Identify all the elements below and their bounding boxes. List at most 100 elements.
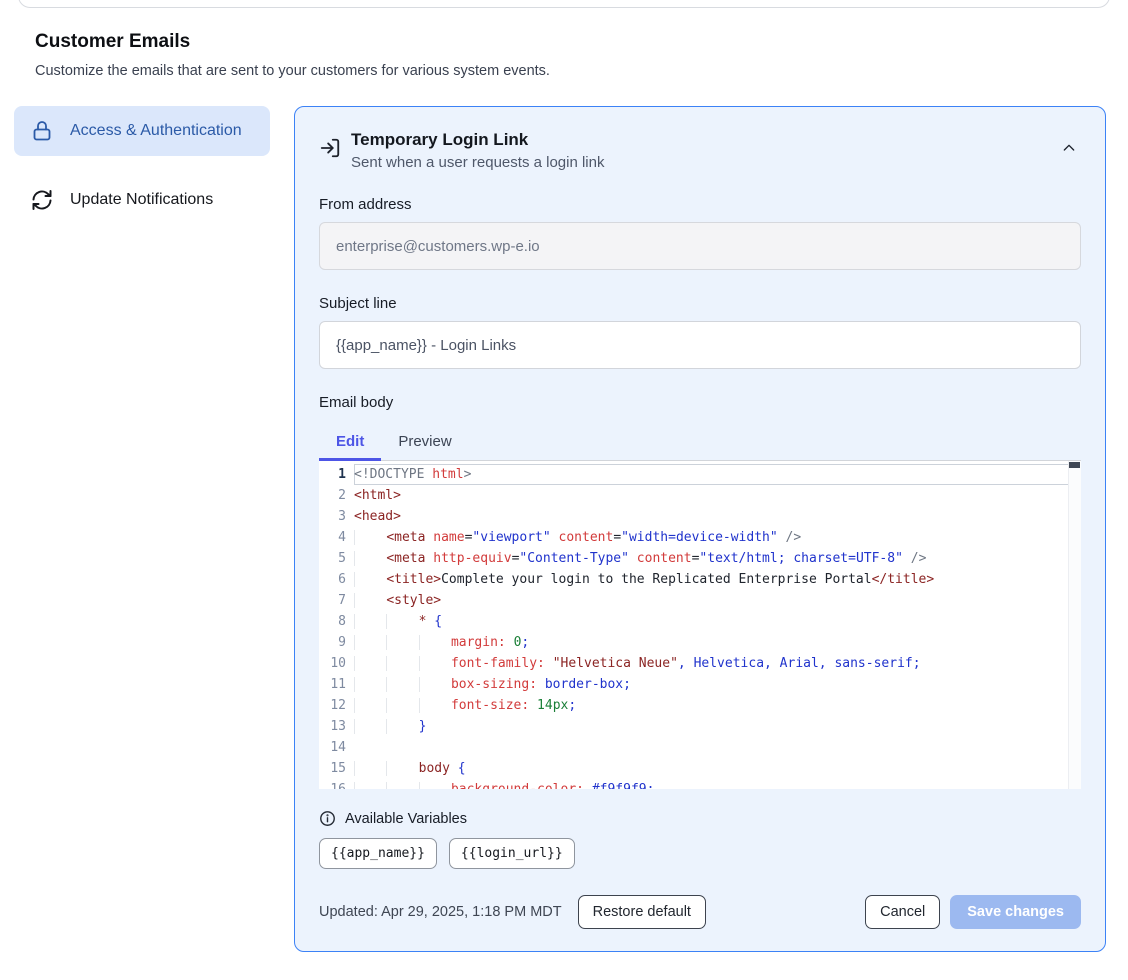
panel-title: Temporary Login Link xyxy=(351,130,1047,150)
subject-line-label: Subject line xyxy=(319,295,1081,312)
code-line-row: 1<!DOCTYPE html> xyxy=(319,464,1081,485)
code-line: <style> xyxy=(354,590,1081,611)
chevron-up-icon xyxy=(1061,140,1077,156)
code-line: background-color: #f9f9f9; xyxy=(354,779,1081,789)
line-number: 8 xyxy=(319,611,354,632)
code-line-row: 3<head> xyxy=(319,506,1081,527)
panel-footer: Updated: Apr 29, 2025, 1:18 PM MDT Resto… xyxy=(319,895,1081,929)
lock-icon xyxy=(30,119,54,143)
code-line: <meta http-equiv="Content-Type" content=… xyxy=(354,548,1081,569)
indent-guide xyxy=(419,635,451,650)
code-line-row: 11 box-sizing: border-box; xyxy=(319,674,1081,695)
panel-header: Temporary Login Link Sent when a user re… xyxy=(319,130,1081,171)
indent-guide xyxy=(386,719,418,734)
updated-timestamp: Updated: Apr 29, 2025, 1:18 PM MDT xyxy=(319,904,562,920)
indent-guide xyxy=(354,698,386,713)
sidebar-item-label: Access & Authentication xyxy=(70,119,242,143)
line-number: 9 xyxy=(319,632,354,653)
page-header: Customer Emails Customize the emails tha… xyxy=(0,0,1128,79)
code-line xyxy=(354,737,1081,758)
indent-guide xyxy=(419,698,451,713)
cancel-button[interactable]: Cancel xyxy=(865,895,940,929)
code-line: body { xyxy=(354,758,1081,779)
indent-guide xyxy=(354,719,386,734)
indent-guide xyxy=(354,572,386,587)
refresh-icon xyxy=(30,188,54,212)
code-line-row: 16 background-color: #f9f9f9; xyxy=(319,779,1081,789)
code-line-row: 2<html> xyxy=(319,485,1081,506)
code-line: box-sizing: border-box; xyxy=(354,674,1081,695)
line-number: 11 xyxy=(319,674,354,695)
line-number: 7 xyxy=(319,590,354,611)
editor-scrollbar-track[interactable] xyxy=(1068,461,1081,789)
variable-chips: {{app_name}} {{login_url}} xyxy=(319,838,1081,869)
restore-default-button[interactable]: Restore default xyxy=(578,895,706,929)
line-number: 4 xyxy=(319,527,354,548)
variable-chip[interactable]: {{app_name}} xyxy=(319,838,437,869)
indent-guide xyxy=(354,593,386,608)
indent-guide xyxy=(386,782,418,789)
info-icon xyxy=(319,810,336,827)
indent-guide xyxy=(354,761,386,776)
content-layout: Access & Authentication Update Notificati… xyxy=(0,106,1128,952)
indent-guide xyxy=(354,530,386,545)
line-number: 12 xyxy=(319,695,354,716)
indent-guide xyxy=(419,782,451,789)
tab-preview[interactable]: Preview xyxy=(381,424,468,460)
code-line-row: 7 <style> xyxy=(319,590,1081,611)
panel-titles: Temporary Login Link Sent when a user re… xyxy=(351,130,1047,171)
code-line-row: 9 margin: 0; xyxy=(319,632,1081,653)
code-line-row: 5 <meta http-equiv="Content-Type" conten… xyxy=(319,548,1081,569)
indent-guide xyxy=(419,656,451,671)
email-body-tabs: EditPreview xyxy=(319,424,1081,461)
email-template-panel: Temporary Login Link Sent when a user re… xyxy=(294,106,1106,952)
line-number: 13 xyxy=(319,716,354,737)
code-editor[interactable]: 1<!DOCTYPE html>2<html>3<head>4 <meta na… xyxy=(319,461,1081,789)
sidebar-item-access-authentication[interactable]: Access & Authentication xyxy=(14,106,270,156)
line-number: 2 xyxy=(319,485,354,506)
code-line: <head> xyxy=(354,506,1081,527)
available-variables-label: Available Variables xyxy=(345,811,467,827)
code-line-row: 10 font-family: "Helvetica Neue", Helvet… xyxy=(319,653,1081,674)
email-body-label: Email body xyxy=(319,394,1081,411)
collapse-button[interactable] xyxy=(1057,136,1081,160)
page-title: Customer Emails xyxy=(35,31,1128,53)
tab-edit[interactable]: Edit xyxy=(319,424,381,460)
code-line-row: 6 <title>Complete your login to the Repl… xyxy=(319,569,1081,590)
indent-guide xyxy=(419,677,451,692)
subject-line-input[interactable] xyxy=(319,321,1081,369)
code-line-row: 8 * { xyxy=(319,611,1081,632)
sidebar-item-label: Update Notifications xyxy=(70,188,213,212)
line-number: 6 xyxy=(319,569,354,590)
indent-guide xyxy=(386,677,418,692)
indent-guide xyxy=(354,635,386,650)
from-address-input[interactable] xyxy=(319,222,1081,270)
code-line: <!DOCTYPE html> xyxy=(354,464,1081,485)
indent-guide xyxy=(386,698,418,713)
line-number: 5 xyxy=(319,548,354,569)
code-line: <html> xyxy=(354,485,1081,506)
variable-chip[interactable]: {{login_url}} xyxy=(449,838,575,869)
save-changes-button[interactable]: Save changes xyxy=(950,895,1081,929)
line-number: 16 xyxy=(319,779,354,789)
line-number: 1 xyxy=(319,464,354,485)
editor-scrollbar-thumb[interactable] xyxy=(1069,462,1080,468)
code-line-row: 13 } xyxy=(319,716,1081,737)
line-number: 10 xyxy=(319,653,354,674)
code-line: margin: 0; xyxy=(354,632,1081,653)
indent-guide xyxy=(386,614,418,629)
code-line: <title>Complete your login to the Replic… xyxy=(354,569,1081,590)
available-variables-row: Available Variables xyxy=(319,810,1081,827)
panel-subtitle: Sent when a user requests a login link xyxy=(351,154,1047,171)
code-line: * { xyxy=(354,611,1081,632)
code-line: font-family: "Helvetica Neue", Helvetica… xyxy=(354,653,1081,674)
code-line: <meta name="viewport" content="width=dev… xyxy=(354,527,1081,548)
sidebar: Access & Authentication Update Notificati… xyxy=(14,106,270,225)
code-line-row: 15 body { xyxy=(319,758,1081,779)
indent-guide xyxy=(354,677,386,692)
sidebar-item-update-notifications[interactable]: Update Notifications xyxy=(14,175,270,225)
line-number: 15 xyxy=(319,758,354,779)
code-line-row: 14 xyxy=(319,737,1081,758)
indent-guide xyxy=(386,761,418,776)
code-line-row: 4 <meta name="viewport" content="width=d… xyxy=(319,527,1081,548)
